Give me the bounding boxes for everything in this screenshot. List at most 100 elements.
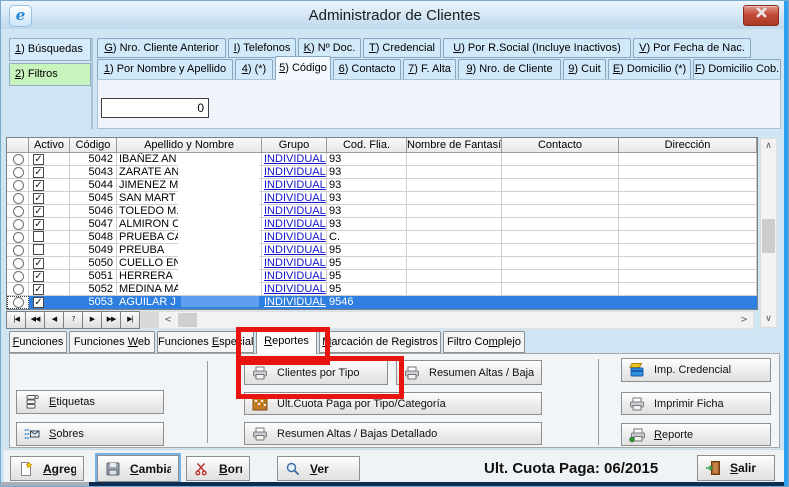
horizontal-scrollbar[interactable]: < > <box>140 311 754 329</box>
radio-icon[interactable] <box>13 193 24 204</box>
table-row-5044[interactable]: ✓5044JIMENEZ MINDIVIDUAL93 <box>7 179 757 192</box>
sidebar-item-filtros[interactable]: 2) Filtros <box>9 63 91 86</box>
tab-4[interactable]: 4) (*) <box>235 59 273 80</box>
borrar-button[interactable]: Borrar <box>186 456 250 481</box>
nav-last-button[interactable]: ▶| <box>120 311 140 329</box>
tab-v-por-fecha-de-nac[interactable]: V) Por Fecha de Nac. <box>633 38 751 58</box>
table-row-5043[interactable]: ✓5043ZARATE ANINDIVIDUAL93 <box>7 166 757 179</box>
row-activo-cell[interactable]: ✓ <box>29 179 70 192</box>
row-selector-cell[interactable] <box>7 231 29 244</box>
radio-icon[interactable] <box>13 297 24 308</box>
tab-u-por-r-social-incluye-inactivos[interactable]: U) Por R.Social (Incluye Inactivos) <box>443 38 631 58</box>
table-row-5045[interactable]: ✓5045SAN MARTINDIVIDUAL93 <box>7 192 757 205</box>
reporte-button[interactable]: Reporte <box>621 423 771 446</box>
row-selector-cell[interactable] <box>7 244 29 257</box>
radio-icon[interactable] <box>13 271 24 282</box>
codigo-filter-input[interactable] <box>101 98 209 118</box>
tab-marcaci-n-de-registros[interactable]: Marcación de Registros <box>319 331 441 353</box>
row-selector-cell[interactable] <box>7 257 29 270</box>
resumen-altas-bajas-button[interactable]: Resumen Altas / Bajas <box>396 360 542 385</box>
tab-filtro-complejo[interactable]: Filtro Complejo <box>443 331 525 353</box>
row-activo-cell[interactable]: ✓ <box>29 153 70 166</box>
checkbox-icon[interactable] <box>33 244 44 255</box>
row-activo-cell[interactable]: ✓ <box>29 166 70 179</box>
row-selector-cell[interactable] <box>7 205 29 218</box>
column-header-activo[interactable]: Activo <box>29 138 70 153</box>
cambiar-button[interactable]: Cambiar <box>97 455 179 482</box>
radio-icon[interactable] <box>13 167 24 178</box>
nav-prior-page-button[interactable]: ◀◀ <box>25 311 45 329</box>
salir-button[interactable]: Salir <box>697 455 775 481</box>
row-selector-cell[interactable] <box>7 218 29 231</box>
radio-icon[interactable] <box>13 232 24 243</box>
column-header-grupo[interactable]: Grupo <box>262 138 327 153</box>
nav-first-button[interactable]: |◀ <box>6 311 26 329</box>
tab-t-credencial[interactable]: T) Credencial <box>363 38 441 58</box>
radio-icon[interactable] <box>13 284 24 295</box>
radio-icon[interactable] <box>13 180 24 191</box>
nav-next-button[interactable]: ▶ <box>82 311 102 329</box>
row-activo-cell[interactable]: ✓ <box>29 283 70 296</box>
ult-cuota-paga-por-tipo-button[interactable]: Ult.Cuota Paga por Tipo/Categoría <box>244 392 542 415</box>
checkbox-icon[interactable]: ✓ <box>33 219 44 230</box>
imp-credencial-button[interactable]: Imp. Credencial <box>621 358 771 382</box>
column-header-nombre-de-fantas-a[interactable]: Nombre de Fantasía <box>407 138 502 153</box>
table-row-5046[interactable]: ✓5046TOLEDO M.INDIVIDUAL93 <box>7 205 757 218</box>
checkbox-icon[interactable]: ✓ <box>33 193 44 204</box>
tab-funciones-web[interactable]: Funciones Web <box>69 331 155 353</box>
row-selector-cell[interactable] <box>7 192 29 205</box>
table-row-5048[interactable]: 5048PRUEBA CAINDIVIDUALC. <box>7 231 757 244</box>
column-header-cod-flia[interactable]: Cod. Flia. <box>327 138 407 153</box>
row-activo-cell[interactable]: ✓ <box>29 257 70 270</box>
table-row-5051[interactable]: ✓5051HERRERAINDIVIDUAL95 <box>7 270 757 283</box>
column-header-apellido-y-nombre[interactable]: Apellido y Nombre <box>117 138 262 153</box>
scroll-down-icon[interactable]: ∨ <box>761 312 776 327</box>
checkbox-icon[interactable]: ✓ <box>33 180 44 191</box>
vertical-scrollbar[interactable]: ∧ ∨ <box>760 138 777 328</box>
radio-icon[interactable] <box>13 154 24 165</box>
checkbox-icon[interactable]: ✓ <box>33 271 44 282</box>
radio-icon[interactable] <box>13 206 24 217</box>
checkbox-icon[interactable]: ✓ <box>33 167 44 178</box>
etiquetas-button[interactable]: Etiquetas <box>16 390 164 414</box>
sidebar-item-busquedas[interactable]: 1) Búsquedas <box>9 38 91 61</box>
agregar-button[interactable]: Agregar <box>10 456 84 481</box>
ver-button[interactable]: Ver <box>277 456 360 481</box>
radio-icon[interactable] <box>13 219 24 230</box>
checkbox-icon[interactable]: ✓ <box>33 154 44 165</box>
row-activo-cell[interactable] <box>29 231 70 244</box>
tab-g-nro-cliente-anterior[interactable]: G) Nro. Cliente Anterior <box>97 38 226 58</box>
column-header-selector[interactable] <box>7 138 29 153</box>
row-activo-cell[interactable]: ✓ <box>29 205 70 218</box>
tab-reportes[interactable]: Reportes <box>256 329 317 354</box>
scroll-left-icon[interactable]: < <box>159 312 177 328</box>
row-activo-cell[interactable]: ✓ <box>29 218 70 231</box>
column-header-c-digo[interactable]: Código <box>70 138 117 153</box>
tab-i-telefonos[interactable]: I) Telefonos <box>228 38 296 58</box>
checkbox-icon[interactable]: ✓ <box>33 284 44 295</box>
column-header-direcci-n[interactable]: Dirección <box>619 138 757 153</box>
tab-1-por-nombre-y-apellido[interactable]: 1) Por Nombre y Apellido <box>97 59 233 80</box>
tab-funciones-especiales[interactable]: Funciones Especiales <box>157 331 254 353</box>
sobres-button[interactable]: Sobres <box>16 422 164 446</box>
nav-help-button[interactable]: ? <box>63 311 83 329</box>
row-activo-cell[interactable] <box>29 244 70 257</box>
scroll-up-icon[interactable]: ∧ <box>761 139 776 154</box>
row-activo-cell[interactable]: ✓ <box>29 270 70 283</box>
column-header-contacto[interactable]: Contacto <box>502 138 619 153</box>
tab-funciones[interactable]: Funciones <box>9 331 67 353</box>
row-activo-cell[interactable]: ✓ <box>29 192 70 205</box>
nav-prior-button[interactable]: ◀ <box>44 311 64 329</box>
row-selector-cell[interactable] <box>7 153 29 166</box>
tab-9-cuit[interactable]: 9) Cuit <box>563 59 606 80</box>
nav-next-page-button[interactable]: ▶▶ <box>101 311 121 329</box>
tab-9-nro-de-cliente[interactable]: 9) Nro. de Cliente <box>458 59 561 80</box>
row-selector-cell[interactable] <box>7 166 29 179</box>
tab-7-f-alta[interactable]: 7) F. Alta <box>403 59 456 80</box>
tab-6-contacto[interactable]: 6) Contacto <box>333 59 401 80</box>
resumen-altas-bajas-detallado-button[interactable]: Resumen Altas / Bajas Detallado <box>244 422 542 445</box>
radio-icon[interactable] <box>13 245 24 256</box>
tab-f-domicilio-cob[interactable]: F) Domicilio Cob. <box>693 59 781 80</box>
row-selector-cell[interactable] <box>7 270 29 283</box>
row-selector-cell[interactable] <box>7 296 29 309</box>
